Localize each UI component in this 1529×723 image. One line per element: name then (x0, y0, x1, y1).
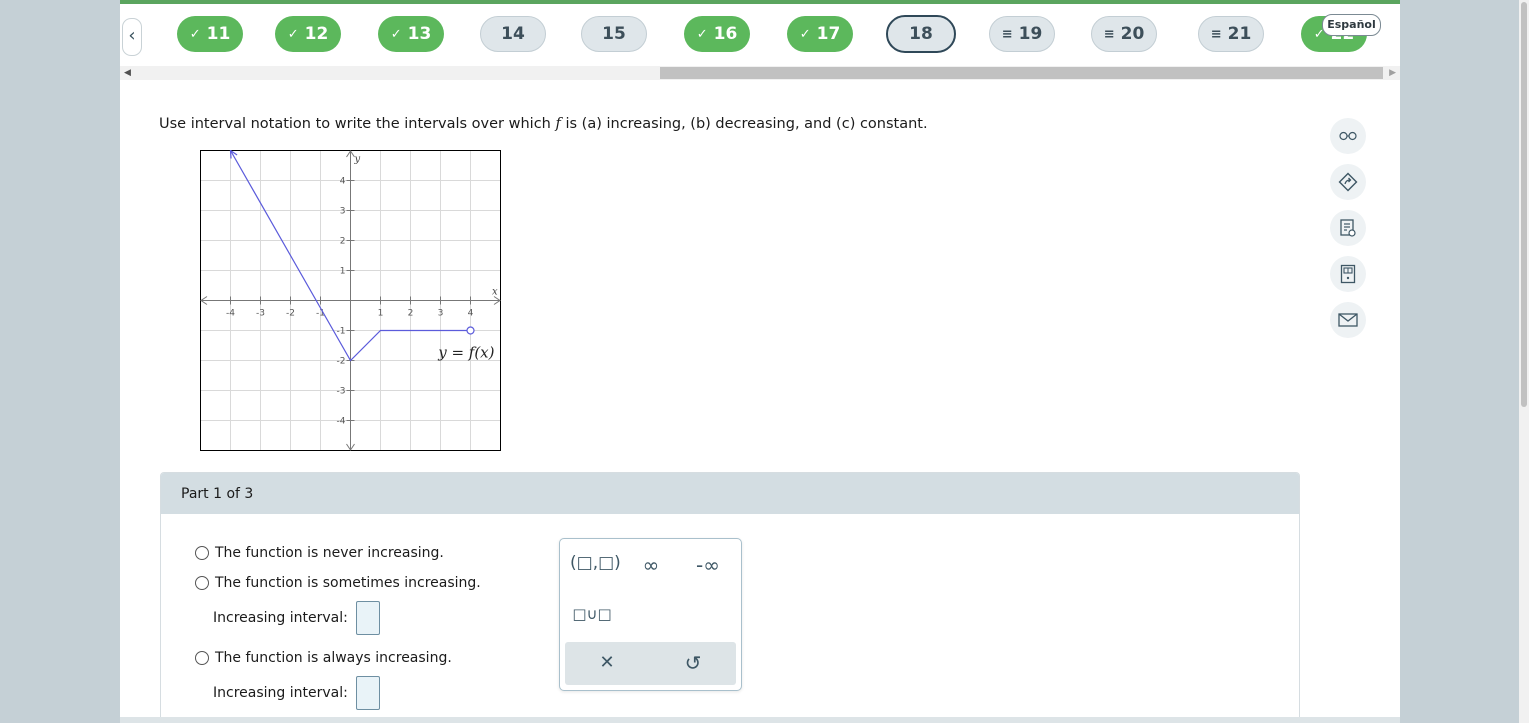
question-pill-17[interactable]: ✓ 17 (787, 16, 853, 52)
x-tick-label: 3 (438, 309, 444, 319)
bottom-edge (120, 717, 1400, 723)
part-title: Part 1 of 3 (161, 473, 1299, 514)
curve-label: y = f(x) (437, 344, 494, 362)
increasing-interval-input[interactable] (355, 676, 380, 710)
question-number: 21 (1227, 24, 1252, 44)
function-graph: -4 -3 -2 -1 1 2 3 44321-1-2-3-4xyy = f(x) (200, 150, 501, 451)
y-tick-label: 4 (340, 177, 346, 187)
question-pill-15[interactable]: 15 (581, 16, 647, 52)
interval-template-button[interactable]: (□,□) (570, 553, 621, 573)
vertical-scrollbar-thumb[interactable] (1521, 2, 1527, 407)
question-suffix: is (a) increasing, (b) decreasing, and (… (560, 116, 928, 132)
scroll-left-arrow-icon[interactable]: ◀ (124, 66, 131, 80)
interval-label: Increasing interval: (213, 610, 348, 626)
x-tick-label: 1 (378, 309, 384, 319)
question-number: 18 (909, 24, 933, 44)
x-tick-label: -3 (256, 309, 265, 319)
mail-icon[interactable] (1330, 302, 1366, 338)
open-endpoint (466, 326, 475, 335)
negative-infinity-button[interactable]: -∞ (688, 553, 728, 577)
question-number: 13 (407, 24, 432, 44)
glasses-icon[interactable] (1330, 118, 1366, 154)
union-template-button[interactable]: □∪□ (570, 605, 614, 623)
x-tick-label: 2 (408, 309, 414, 319)
increasing-interval-row: Increasing interval: (213, 676, 380, 710)
question-number: 16 (713, 24, 738, 44)
question-text: Use interval notation to write the inter… (159, 116, 928, 132)
question-number: 12 (304, 24, 329, 44)
question-pill-16[interactable]: ✓ 16 (684, 16, 750, 52)
question-number: 11 (206, 24, 231, 44)
share-icon[interactable] (1330, 164, 1366, 200)
y-tick-label: -4 (337, 417, 346, 427)
check-icon: ✓ (799, 26, 811, 42)
radio-button[interactable] (195, 576, 209, 590)
check-icon: ✓ (390, 26, 402, 42)
increasing-interval-row: Increasing interval: (213, 601, 380, 635)
y-tick-label: 1 (340, 267, 346, 277)
option-always-increasing[interactable]: The function is always increasing. (195, 650, 452, 666)
question-pill-21[interactable]: ≡ 21 (1198, 16, 1264, 52)
y-tick-label: -1 (337, 327, 346, 337)
x-tick-label: 4 (468, 309, 474, 319)
lines-icon: ≡ (1001, 26, 1013, 42)
option-never-increasing[interactable]: The function is never increasing. (195, 545, 444, 561)
y-tick-label: 2 (340, 237, 346, 247)
question-pill-19[interactable]: ≡ 19 (989, 16, 1055, 52)
question-pill-18[interactable]: 18 (886, 15, 956, 53)
lines-icon: ≡ (1210, 26, 1222, 42)
option-label: The function is never increasing. (215, 545, 444, 561)
y-tick-label: -2 (337, 357, 346, 367)
chevron-left-icon[interactable]: ‹ (122, 18, 142, 56)
radio-button[interactable] (195, 546, 209, 560)
x-tick-label: -2 (286, 309, 295, 319)
question-number: 19 (1018, 24, 1043, 44)
check-icon: ✓ (189, 26, 201, 42)
question-pill-13[interactable]: ✓ 13 (378, 16, 444, 52)
option-label: The function is sometimes increasing. (215, 575, 481, 591)
close-icon[interactable]: ✕ (591, 652, 623, 673)
x-axis-label: x (492, 287, 498, 298)
radio-button[interactable] (195, 651, 209, 665)
check-icon: ✓ (696, 26, 708, 42)
vertical-scrollbar[interactable] (1519, 0, 1529, 723)
page: ‹ ✓11✓12✓131415✓16✓1718≡19≡20≡21✓22 Espa… (120, 0, 1400, 723)
question-pill-12[interactable]: ✓ 12 (275, 16, 341, 52)
language-toggle-button[interactable]: Español (1322, 14, 1381, 36)
scroll-right-arrow-icon[interactable]: ▶ (1389, 66, 1396, 80)
y-tick-label: 3 (340, 207, 346, 217)
interval-label: Increasing interval: (213, 685, 348, 701)
question-nav: ‹ ✓11✓12✓131415✓16✓1718≡19≡20≡21✓22 Espa… (120, 4, 1400, 66)
question-number: 17 (816, 24, 841, 44)
calculator-icon[interactable] (1330, 256, 1366, 292)
question-number: 15 (602, 24, 626, 44)
increasing-interval-input[interactable] (355, 601, 380, 635)
question-pill-11[interactable]: ✓ 11 (177, 16, 243, 52)
y-axis-label: y (354, 154, 361, 165)
option-sometimes-increasing[interactable]: The function is sometimes increasing. (195, 575, 481, 591)
question-pill-14[interactable]: 14 (480, 16, 546, 52)
question-number: 20 (1120, 24, 1145, 44)
horizontal-scrollbar[interactable]: ◀ ▶ (120, 66, 1400, 80)
x-tick-label: -4 (226, 309, 235, 319)
palette-footer: ✕ ↺ (565, 642, 736, 685)
question-number: 14 (501, 24, 525, 44)
question-pill-20[interactable]: ≡ 20 (1091, 16, 1157, 52)
check-icon: ✓ (287, 26, 299, 42)
option-label: The function is always increasing. (215, 650, 452, 666)
part-card: Part 1 of 3 The function is never increa… (160, 472, 1300, 723)
notes-icon[interactable] (1330, 210, 1366, 246)
scrollbar-thumb[interactable] (660, 67, 1383, 79)
undo-icon[interactable]: ↺ (677, 651, 709, 675)
y-tick-label: -3 (337, 387, 346, 397)
math-palette: (□,□) ∞ -∞ □∪□ ✕ ↺ (559, 538, 742, 691)
infinity-button[interactable]: ∞ (634, 553, 668, 577)
lines-icon: ≡ (1103, 26, 1115, 42)
question-prefix: Use interval notation to write the inter… (159, 116, 556, 132)
